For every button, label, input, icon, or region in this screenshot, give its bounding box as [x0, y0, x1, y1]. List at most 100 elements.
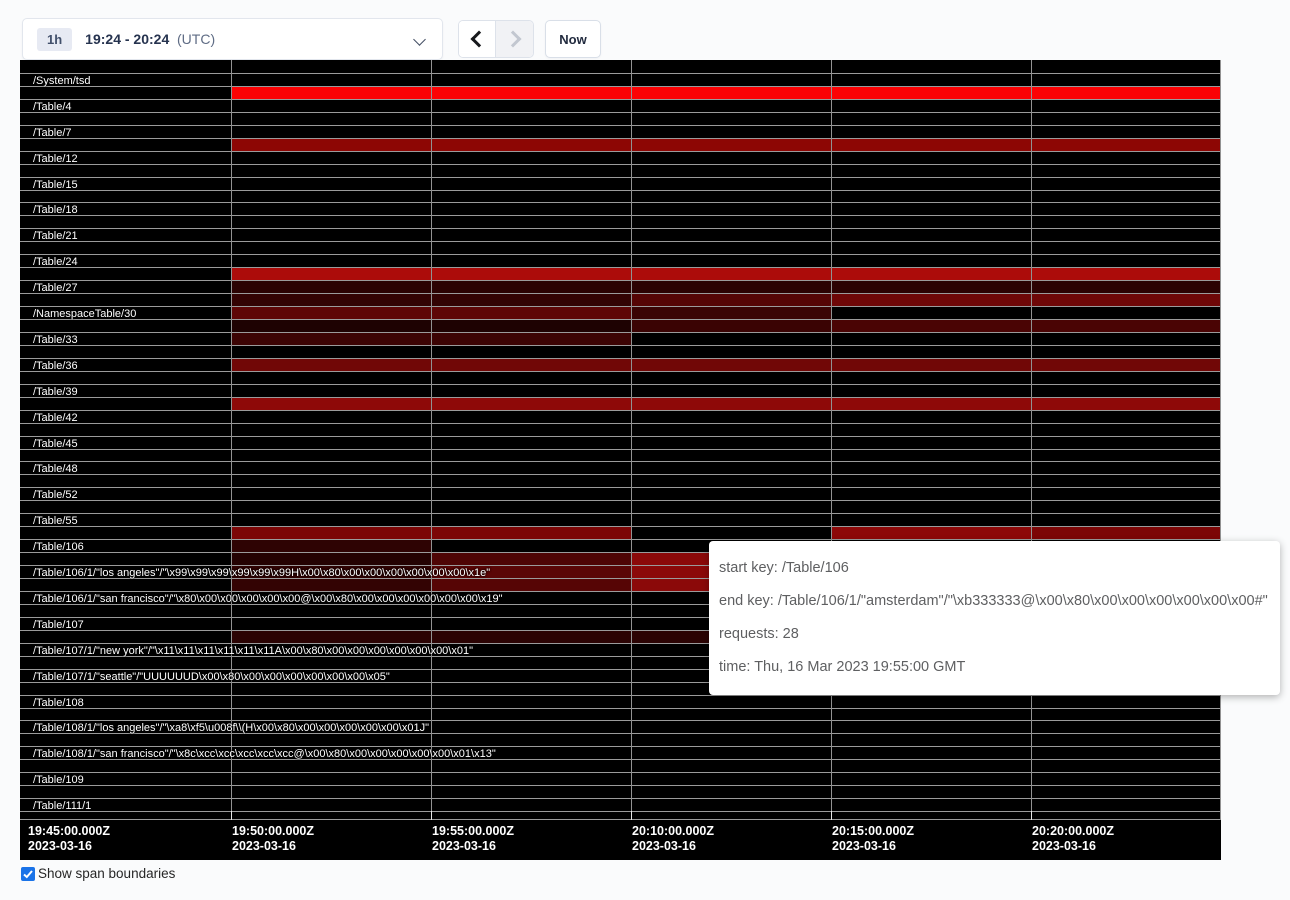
- span-boundary-line: [20, 487, 1221, 488]
- heat-band[interactable]: [431, 579, 631, 591]
- span-boundary-line: [20, 267, 1221, 268]
- heat-band[interactable]: [1031, 320, 1221, 332]
- row-label: /Table/42: [20, 412, 78, 424]
- heat-band[interactable]: [231, 631, 431, 643]
- row-label: /Table/45: [20, 438, 78, 450]
- heat-band[interactable]: [831, 268, 1031, 280]
- heat-band[interactable]: [431, 281, 631, 293]
- previous-interval-button[interactable]: [459, 21, 496, 57]
- heat-band[interactable]: [231, 307, 431, 319]
- heat-band[interactable]: [631, 359, 831, 371]
- heat-band[interactable]: [1031, 139, 1221, 151]
- span-boundary-line: [20, 254, 1221, 255]
- heat-band[interactable]: [631, 320, 831, 332]
- heat-band[interactable]: [831, 87, 1031, 99]
- heat-band[interactable]: [631, 307, 831, 319]
- heat-band[interactable]: [1031, 527, 1221, 539]
- heat-band[interactable]: [631, 87, 831, 99]
- heat-band[interactable]: [1031, 359, 1221, 371]
- heat-band[interactable]: [231, 87, 431, 99]
- heat-band[interactable]: [431, 333, 631, 345]
- row-label: /Table/39: [20, 386, 78, 398]
- heat-band[interactable]: [1031, 268, 1221, 280]
- heat-band[interactable]: [1031, 87, 1221, 99]
- chevron-down-icon: [413, 33, 426, 46]
- row-label: /Table/107/1/"seattle"/"UUUUUUD\x00\x80\…: [20, 671, 390, 683]
- heat-band[interactable]: [231, 540, 431, 552]
- heat-band[interactable]: [831, 281, 1031, 293]
- heat-band[interactable]: [431, 527, 631, 539]
- tooltip-start-key: start key: /Table/106: [719, 552, 1270, 585]
- heat-band[interactable]: [231, 139, 431, 151]
- span-boundary-line: [20, 819, 1221, 820]
- heat-band[interactable]: [831, 527, 1031, 539]
- heat-band[interactable]: [231, 527, 431, 539]
- heat-band[interactable]: [431, 268, 631, 280]
- heat-band[interactable]: [631, 281, 831, 293]
- heat-band[interactable]: [431, 631, 631, 643]
- heat-band[interactable]: [431, 87, 631, 99]
- span-boundary-line: [20, 280, 1221, 281]
- now-button[interactable]: Now: [545, 20, 601, 58]
- heat-band[interactable]: [1031, 281, 1221, 293]
- heat-band[interactable]: [231, 359, 431, 371]
- axis-time: 19:55:00.000Z: [432, 824, 514, 839]
- row-label: /Table/24: [20, 256, 78, 268]
- span-boundary-line: [20, 423, 1221, 424]
- axis-tick: [431, 811, 432, 820]
- span-boundary-line: [20, 99, 1221, 100]
- heat-band[interactable]: [231, 320, 431, 332]
- heat-band[interactable]: [231, 398, 431, 410]
- sample-boundary-line: [831, 60, 832, 820]
- heat-band[interactable]: [631, 268, 831, 280]
- sample-boundary-line: [1031, 60, 1032, 820]
- heat-band[interactable]: [831, 359, 1031, 371]
- span-boundary-line: [20, 190, 1221, 191]
- heat-band[interactable]: [231, 294, 431, 306]
- heat-band[interactable]: [631, 139, 831, 151]
- heat-band[interactable]: [1031, 294, 1221, 306]
- row-label: /Table/21: [20, 230, 78, 242]
- span-boundary-line: [20, 319, 1221, 320]
- heat-band[interactable]: [831, 320, 1031, 332]
- heat-band[interactable]: [231, 281, 431, 293]
- span-boundary-line: [20, 708, 1221, 709]
- heatmap-tooltip: start key: /Table/106 end key: /Table/10…: [709, 541, 1280, 695]
- row-label: /Table/111/1: [20, 800, 91, 812]
- row-label: /NamespaceTable/30: [20, 308, 136, 320]
- span-boundary-line: [20, 811, 1221, 812]
- span-boundary-line: [20, 241, 1221, 242]
- row-label: /Table/106/1/"los angeles"/"\x99\x99\x99…: [20, 567, 490, 579]
- heat-band[interactable]: [431, 359, 631, 371]
- next-interval-button-disabled[interactable]: [496, 21, 533, 57]
- heat-band[interactable]: [1031, 398, 1221, 410]
- show-span-boundaries-control[interactable]: Show span boundaries: [21, 866, 175, 881]
- heat-band[interactable]: [831, 398, 1031, 410]
- span-boundary-line: [20, 138, 1221, 139]
- heat-band[interactable]: [431, 553, 631, 565]
- axis-label: 19:50:00.000Z2023-03-16: [232, 824, 314, 854]
- heat-band[interactable]: [831, 294, 1031, 306]
- span-boundary-line: [20, 798, 1221, 799]
- time-range-selector[interactable]: 1h 19:24 - 20:24 (UTC): [22, 18, 443, 60]
- span-boundary-line: [20, 449, 1221, 450]
- heat-band[interactable]: [231, 333, 431, 345]
- key-visualizer-heatmap[interactable]: /System/tsd/Table/4/Table/7/Table/12/Tab…: [20, 60, 1221, 860]
- heat-band[interactable]: [231, 553, 431, 565]
- axis-tick: [231, 811, 232, 820]
- heat-band[interactable]: [431, 294, 631, 306]
- show-span-boundaries-checkbox[interactable]: [21, 867, 35, 881]
- heat-band[interactable]: [831, 139, 1031, 151]
- heat-band[interactable]: [431, 307, 631, 319]
- row-label: /Table/15: [20, 179, 78, 191]
- heat-band[interactable]: [631, 294, 831, 306]
- span-boundary-line: [20, 177, 1221, 178]
- heat-band[interactable]: [431, 320, 631, 332]
- span-boundary-line: [20, 332, 1221, 333]
- heat-band[interactable]: [431, 398, 631, 410]
- heat-band[interactable]: [231, 579, 431, 591]
- axis-time: 20:15:00.000Z: [832, 824, 914, 839]
- heat-band[interactable]: [231, 268, 431, 280]
- heat-band[interactable]: [631, 398, 831, 410]
- heat-band[interactable]: [431, 139, 631, 151]
